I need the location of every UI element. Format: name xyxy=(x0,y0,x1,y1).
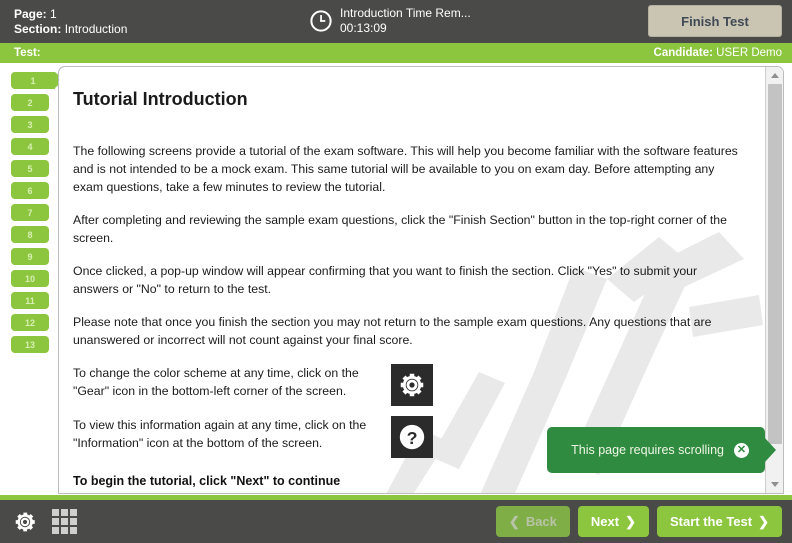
finish-test-button[interactable]: Finish Test xyxy=(648,5,782,37)
gear-instruction-row: To change the color scheme at any time, … xyxy=(73,364,743,406)
page-tab-3[interactable]: 3 xyxy=(11,116,49,133)
page-navigation-rail: 1 2 3 4 5 6 7 8 9 10 11 12 13 xyxy=(0,63,64,495)
content-panel: Tutorial Introduction The following scre… xyxy=(58,66,784,494)
page-value: 1 xyxy=(50,6,57,21)
page-tab-5[interactable]: 5 xyxy=(11,160,49,177)
gear-instruction-text: To change the color scheme at any time, … xyxy=(73,366,359,398)
chevron-right-icon: ❯ xyxy=(758,514,769,529)
content-scrollbar[interactable] xyxy=(765,67,783,493)
back-button-label: Back xyxy=(525,514,557,529)
page-tab-4[interactable]: 4 xyxy=(11,138,49,155)
start-test-button-label: Start the Test xyxy=(669,514,753,529)
bottom-toolbar: ❮ Back Next ❯ Start the Test ❯ xyxy=(0,500,792,543)
paragraph: The following screens provide a tutorial… xyxy=(73,144,738,194)
page-label: Page: xyxy=(14,6,47,21)
grid-cell xyxy=(52,527,59,534)
top-header: Page: 1 Section: Introduction Introducti… xyxy=(0,0,792,43)
timer-text: Introduction Time Rem... 00:13:09 xyxy=(340,6,471,36)
grid-cell xyxy=(70,527,77,534)
scrollbar-thumb[interactable] xyxy=(768,84,782,444)
grid-cell xyxy=(70,509,77,516)
grid-cell xyxy=(70,518,77,525)
grid-cell xyxy=(61,518,68,525)
paragraph: Please note that once you finish the sec… xyxy=(73,315,712,347)
chevron-left-icon: ❮ xyxy=(508,514,520,529)
navigation-buttons: ❮ Back Next ❯ Start the Test ❯ xyxy=(495,506,792,537)
information-instruction-text: To view this information again at any ti… xyxy=(73,418,367,450)
page-tab-1[interactable]: 1 xyxy=(11,72,64,89)
section-info-row: Section: Introduction xyxy=(14,22,127,37)
candidate-info: Candidate: USER Demo xyxy=(654,47,792,59)
page-tab-7[interactable]: 7 xyxy=(11,204,49,221)
page-tab-10[interactable]: 10 xyxy=(11,270,49,287)
page-section-info: Page: 1 Section: Introduction xyxy=(0,7,127,37)
question-mark-icon: ? xyxy=(391,416,433,458)
gear-glyph xyxy=(15,512,35,531)
scroll-hint-tooltip[interactable]: This page requires scrolling ✕ xyxy=(547,427,776,473)
chevron-down-icon xyxy=(771,482,779,487)
svg-text:?: ? xyxy=(407,428,418,448)
paragraph: After completing and reviewing the sampl… xyxy=(73,213,727,245)
chevron-right-icon: ❯ xyxy=(625,514,636,529)
page-tab-6[interactable]: 6 xyxy=(11,182,49,199)
page-tab-13[interactable]: 13 xyxy=(11,336,49,353)
next-button-label: Next xyxy=(590,514,620,529)
scroll-down-button[interactable] xyxy=(766,476,783,493)
gear-icon xyxy=(391,364,433,406)
candidate-value: USER Demo xyxy=(716,47,782,59)
page-title: Tutorial Introduction xyxy=(73,89,248,109)
section-value: Introduction xyxy=(64,21,128,36)
scroll-hint-message: This page requires scrolling xyxy=(571,443,724,457)
scrollbar-track[interactable] xyxy=(766,84,783,476)
back-button[interactable]: ❮ Back xyxy=(495,506,570,537)
page-tab-9[interactable]: 9 xyxy=(11,248,49,265)
scroll-up-button[interactable] xyxy=(766,67,783,84)
clock-icon xyxy=(310,10,332,32)
gear-glyph xyxy=(400,373,424,397)
start-test-button[interactable]: Start the Test ❯ xyxy=(656,506,782,537)
grid-cell xyxy=(61,527,68,534)
test-label: Test: xyxy=(14,47,41,59)
gear-icon[interactable] xyxy=(12,509,38,535)
begin-tutorial-instruction: To begin the tutorial, click "Next" to c… xyxy=(73,474,341,488)
page-tab-8[interactable]: 8 xyxy=(11,226,49,243)
exam-timer: Introduction Time Rem... 00:13:09 xyxy=(310,6,471,36)
test-info-bar: Test: Candidate: USER Demo xyxy=(0,43,792,63)
grid-cell xyxy=(52,518,59,525)
section-label: Section: xyxy=(14,21,62,36)
timer-value: 00:13:09 xyxy=(340,21,387,35)
grid-cell xyxy=(61,509,68,516)
grid-icon[interactable] xyxy=(52,509,77,534)
next-button[interactable]: Next ❯ xyxy=(577,506,649,537)
paragraph-list: The following screens provide a tutorial… xyxy=(73,142,743,349)
page-tab-2[interactable]: 2 xyxy=(11,94,49,111)
exam-app-window: Page: 1 Section: Introduction Introducti… xyxy=(0,0,792,543)
grid-cell xyxy=(52,509,59,516)
page-tab-11[interactable]: 11 xyxy=(11,292,49,309)
timer-label: Introduction Time Rem... xyxy=(340,6,471,20)
page-tab-12[interactable]: 12 xyxy=(11,314,49,331)
page-info-row: Page: 1 xyxy=(14,7,127,22)
question-mark-glyph: ? xyxy=(399,424,425,450)
paragraph: Once clicked, a pop-up window will appea… xyxy=(73,264,698,296)
close-icon[interactable]: ✕ xyxy=(734,442,749,458)
candidate-label: Candidate: xyxy=(653,47,713,59)
chevron-up-icon xyxy=(771,73,779,78)
